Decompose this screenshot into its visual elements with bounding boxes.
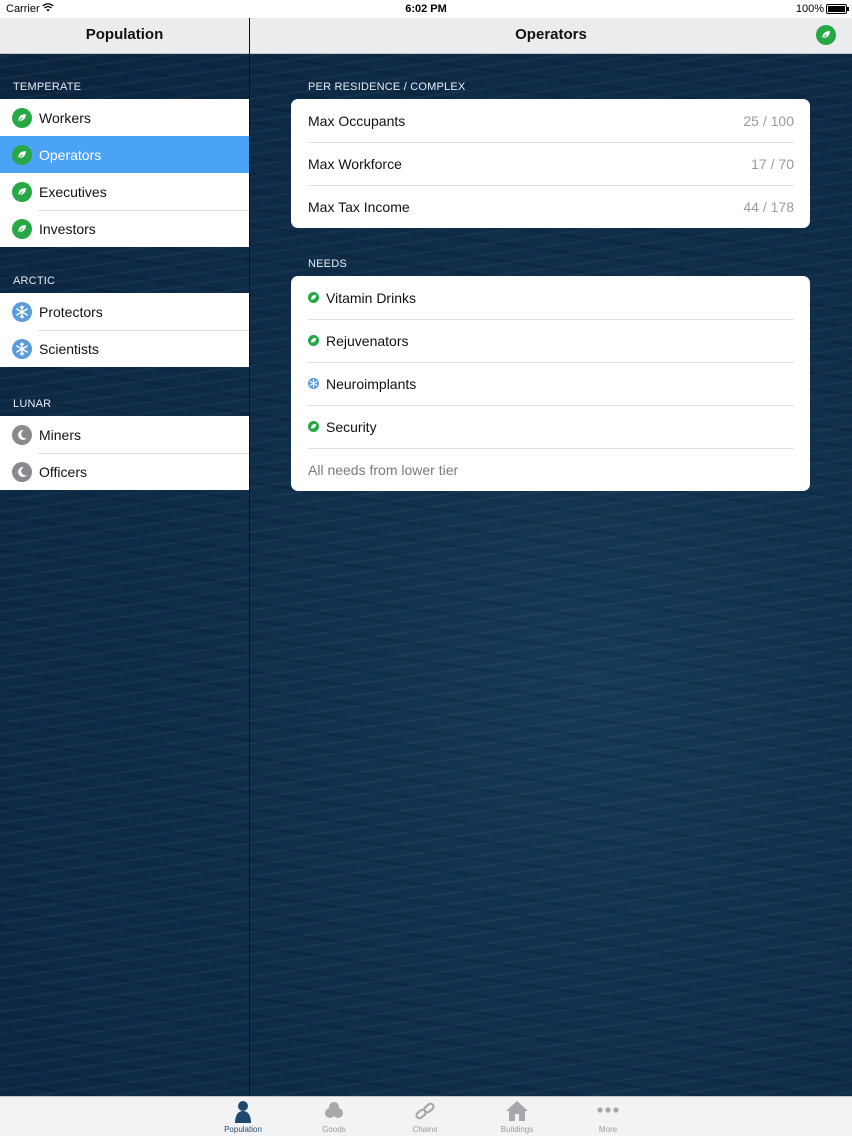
sidebar-item-investors[interactable]: Investors (0, 210, 249, 247)
section-header-arctic: ARCTIC (0, 272, 249, 290)
tab-buildings[interactable]: Buildings (477, 1097, 557, 1136)
needs-footnote: All needs from lower tier (291, 448, 810, 491)
need-item-vitamin-drinks[interactable]: Vitamin Drinks (291, 276, 810, 319)
section-header-residence: PER RESIDENCE / COMPLEX (291, 78, 810, 96)
sidebar-nav-bar: Population (0, 18, 249, 54)
tab-population[interactable]: Population (203, 1097, 283, 1136)
split-divider[interactable] (249, 18, 250, 1096)
need-item-security[interactable]: Security (291, 405, 810, 448)
need-label: Rejuvenators (326, 333, 409, 349)
sidebar-list-temperate: Workers Operators Executives Investors (0, 99, 249, 247)
house-icon (505, 1099, 529, 1123)
chain-link-icon (413, 1099, 437, 1123)
sidebar-item-workers[interactable]: Workers (0, 99, 249, 136)
sidebar-item-label: Workers (39, 110, 91, 126)
tab-goods[interactable]: Goods (294, 1097, 374, 1136)
stat-value: 25 / 100 (743, 113, 794, 129)
needs-card: Vitamin Drinks Rejuvenators Neuroimplant… (291, 276, 810, 491)
leaf-icon (12, 108, 32, 128)
need-label: Neuroimplants (326, 376, 416, 392)
tab-label: Chains (385, 1125, 465, 1134)
sidebar-item-operators[interactable]: Operators (0, 136, 249, 173)
tab-more[interactable]: More (568, 1097, 648, 1136)
sidebar-title: Population (86, 26, 164, 43)
stat-label: Max Occupants (308, 113, 405, 129)
section-header-needs: NEEDS (291, 255, 810, 273)
footnote-text: All needs from lower tier (308, 462, 458, 478)
detail-title: Operators (515, 26, 587, 43)
sidebar-item-label: Investors (39, 221, 96, 237)
tab-label: More (568, 1125, 648, 1134)
need-label: Vitamin Drinks (326, 290, 416, 306)
stat-label: Max Workforce (308, 156, 402, 172)
tab-label: Goods (294, 1125, 374, 1134)
stat-value: 44 / 178 (743, 199, 794, 215)
sidebar-item-label: Protectors (39, 304, 103, 320)
status-bar: Carrier 6:02 PM 100% (0, 0, 852, 18)
sidebar-item-officers[interactable]: Officers (0, 453, 249, 490)
battery-icon (826, 4, 847, 14)
sidebar-item-miners[interactable]: Miners (0, 416, 249, 453)
sidebar-item-executives[interactable]: Executives (0, 173, 249, 210)
leaf-icon (12, 145, 32, 165)
residence-card: Max Occupants 25 / 100 Max Workforce 17 … (291, 99, 810, 228)
section-header-lunar: LUNAR (0, 395, 249, 413)
sidebar-item-scientists[interactable]: Scientists (0, 330, 249, 367)
sidebar-item-label: Miners (39, 427, 81, 443)
section-header-temperate: TEMPERATE (0, 78, 249, 96)
stat-row-max-occupants: Max Occupants 25 / 100 (291, 99, 810, 142)
snowflake-icon (308, 378, 319, 389)
sidebar-item-label: Operators (39, 147, 101, 163)
tab-chains[interactable]: Chains (385, 1097, 465, 1136)
need-item-rejuvenators[interactable]: Rejuvenators (291, 319, 810, 362)
clock: 6:02 PM (0, 3, 852, 15)
battery-percent: 100% (796, 3, 824, 15)
stat-label: Max Tax Income (308, 199, 410, 215)
leaf-icon (308, 292, 319, 303)
person-icon (231, 1099, 255, 1123)
stat-value: 17 / 70 (751, 156, 794, 172)
detail-nav-bar: Operators (250, 18, 852, 54)
sidebar-item-label: Executives (39, 184, 107, 200)
leaf-icon[interactable] (816, 25, 836, 45)
snowflake-icon (12, 302, 32, 322)
leaf-icon (12, 219, 32, 239)
sidebar-list-lunar: Miners Officers (0, 416, 249, 490)
tab-label: Buildings (477, 1125, 557, 1134)
need-item-neuroimplants[interactable]: Neuroimplants (291, 362, 810, 405)
stat-row-max-workforce: Max Workforce 17 / 70 (291, 142, 810, 185)
sidebar-item-label: Scientists (39, 341, 99, 357)
tab-bar: Population Goods Chains Buildings More (0, 1096, 852, 1136)
detail-pane: PER RESIDENCE / COMPLEX Max Occupants 25… (291, 54, 810, 491)
sidebar-item-label: Officers (39, 464, 87, 480)
leaf-icon (308, 421, 319, 432)
sidebar-item-protectors[interactable]: Protectors (0, 293, 249, 330)
stat-row-max-tax-income: Max Tax Income 44 / 178 (291, 185, 810, 228)
tab-label: Population (203, 1125, 283, 1134)
goods-icon (322, 1099, 346, 1123)
leaf-icon (308, 335, 319, 346)
moon-icon (12, 462, 32, 482)
sidebar: TEMPERATE Workers Operators Executives I… (0, 54, 249, 490)
moon-icon (12, 425, 32, 445)
leaf-icon (12, 182, 32, 202)
snowflake-icon (12, 339, 32, 359)
need-label: Security (326, 419, 377, 435)
more-dots-icon (596, 1099, 620, 1123)
sidebar-list-arctic: Protectors Scientists (0, 293, 249, 367)
